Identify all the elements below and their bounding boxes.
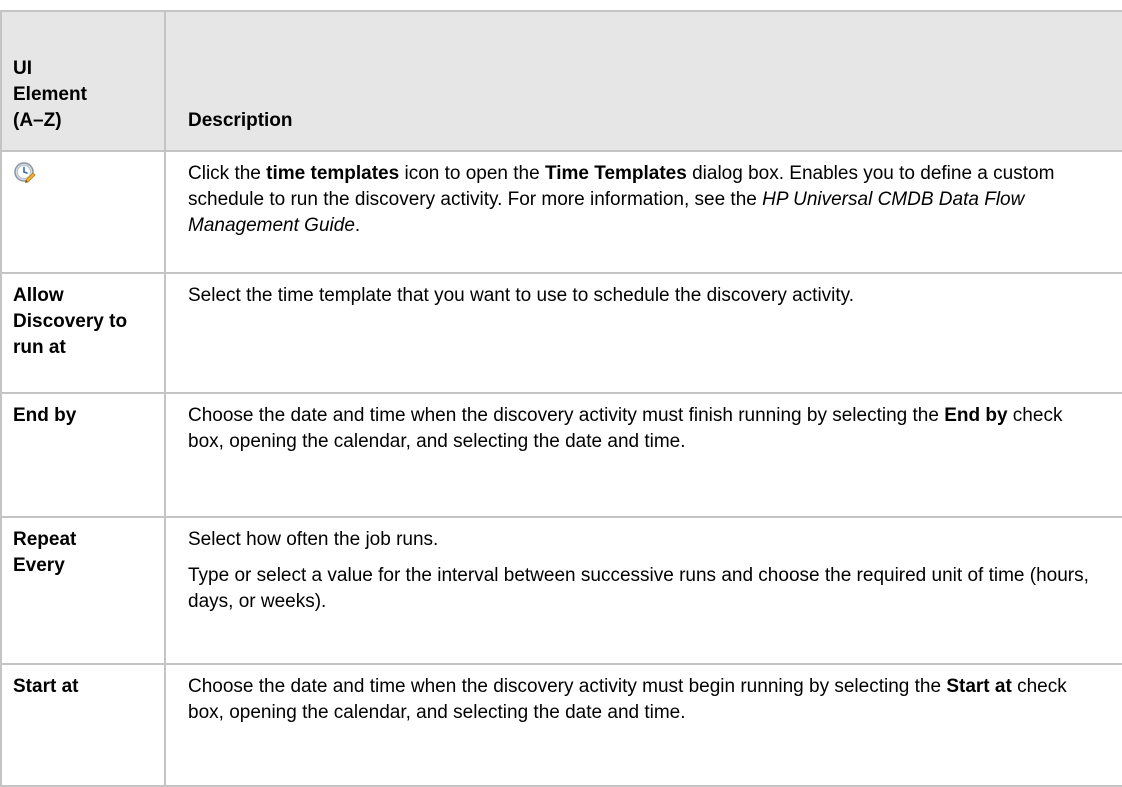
- table-row: Start at Choose the date and time when t…: [0, 663, 1122, 787]
- description-cell: Choose the date and time when the discov…: [164, 392, 1122, 518]
- element-cell: Start at: [0, 663, 166, 787]
- end-by-term: End by: [944, 405, 1008, 426]
- description-text-extra: Type or select a value for the interval …: [188, 563, 1102, 615]
- time-templates-term: time templates: [266, 163, 400, 184]
- description-text-part: Type or select a value for the interval …: [188, 565, 1089, 612]
- description-text-part: Choose the date and time when the discov…: [188, 676, 947, 697]
- description-text-part: Choose the date and time when the discov…: [188, 405, 945, 426]
- element-cell: End by: [0, 392, 166, 518]
- table-row: Allow Discovery to run at Select the tim…: [0, 272, 1122, 394]
- description-text: Select the time template that you want t…: [188, 283, 1102, 309]
- element-cell: Repeat Every: [0, 516, 166, 665]
- table-row: Repeat Every Select how often the job ru…: [0, 516, 1122, 665]
- header-description: Description: [164, 10, 1122, 152]
- description-text: Choose the date and time when the discov…: [188, 674, 1102, 726]
- element-name-end-by: End by: [13, 405, 77, 426]
- description-cell: Choose the date and time when the discov…: [164, 663, 1122, 787]
- description-cell: Select how often the job runs. Type or s…: [164, 516, 1122, 665]
- ui-elements-table: UI Element (A–Z) Description Click the t…: [0, 10, 1122, 787]
- start-at-term: Start at: [946, 676, 1012, 697]
- table-row: Click the time templates icon to open th…: [0, 150, 1122, 274]
- description-text: Select how often the job runs.: [188, 527, 1102, 553]
- element-name-repeat-every: Repeat Every: [13, 529, 77, 576]
- header-ui-element: UI Element (A–Z): [0, 10, 166, 152]
- description-cell: Select the time template that you want t…: [164, 272, 1122, 394]
- element-name-allow-discovery: Allow Discovery to run at: [13, 285, 128, 358]
- description-text: Choose the date and time when the discov…: [188, 403, 1102, 455]
- time-templates-dialog-term: Time Templates: [544, 163, 687, 184]
- element-cell: [0, 150, 166, 274]
- header-ui-element-label: UI Element (A–Z): [13, 58, 87, 131]
- description-cell: Click the time templates icon to open th…: [164, 150, 1122, 274]
- table-header-row: UI Element (A–Z) Description: [0, 10, 1122, 152]
- header-description-label: Description: [188, 110, 293, 131]
- description-text-part: icon to open the: [399, 163, 545, 184]
- time-templates-icon[interactable]: [13, 161, 37, 185]
- description-text-part: .: [354, 215, 361, 236]
- description-text-part: Select how often the job runs.: [188, 529, 439, 550]
- description-text-part: Select the time template that you want t…: [188, 285, 855, 306]
- element-name-start-at: Start at: [13, 676, 79, 697]
- description-text: Click the time templates icon to open th…: [188, 161, 1102, 239]
- table-row: End by Choose the date and time when the…: [0, 392, 1122, 518]
- element-cell: Allow Discovery to run at: [0, 272, 166, 394]
- description-text-part: Click the: [188, 163, 267, 184]
